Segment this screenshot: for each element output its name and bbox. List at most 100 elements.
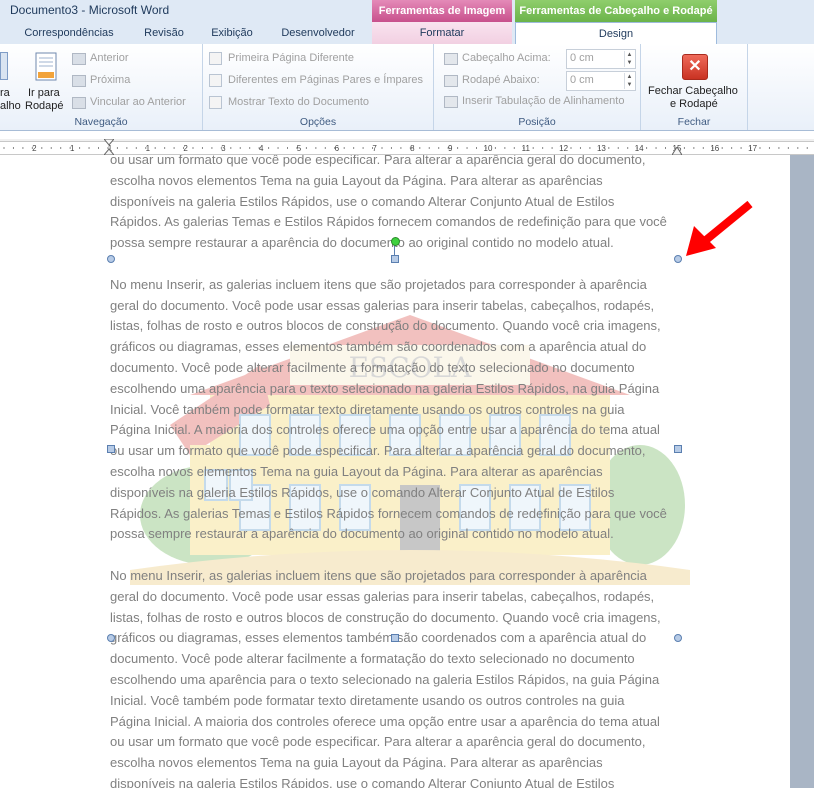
ruler-number: 14	[635, 144, 644, 153]
footer-bottom-label: Rodapé Abaixo:	[462, 74, 540, 86]
ruler-number: 2	[183, 144, 188, 153]
spinner-arrows-icon[interactable]: ▲ ▼	[624, 51, 634, 67]
resize-handle[interactable]	[674, 255, 682, 263]
document-line[interactable]: documento. Você pode alterar facilmente …	[110, 358, 680, 379]
group-navigation: ra alho Ir para Rodapé Anterior Próxima …	[0, 44, 203, 130]
goto-footer-icon	[35, 52, 57, 81]
tab-design[interactable]: Design	[515, 22, 717, 45]
header-top-label: Cabeçalho Acima:	[462, 52, 551, 64]
title-bar: Documento3 - Microsoft Word Ferramentas …	[0, 0, 814, 22]
group-navigation-label: Navegação	[74, 116, 128, 128]
document-line[interactable]: geral do documento. Você pode usar essas…	[110, 296, 680, 317]
ribbon: ra alho Ir para Rodapé Anterior Próxima …	[0, 44, 814, 131]
document-line[interactable]: No menu Inserir, as galerias incluem ite…	[110, 275, 680, 296]
first-page-checkbox[interactable]	[209, 52, 222, 65]
document-line[interactable]: ou usar um formato que você pode especif…	[110, 441, 680, 462]
insert-tab-label: Inserir Tabulação de Alinhamento	[462, 95, 625, 107]
tab-desenvolvedor[interactable]: Desenvolvedor	[272, 22, 364, 44]
close-header-footer-label-1: Fechar Cabeçalho	[648, 85, 738, 97]
header-top-value: 0 cm	[570, 52, 594, 64]
close-header-footer-button[interactable]: ✕ Fechar Cabeçalho e Rodapé	[643, 50, 745, 112]
ruler-number: 6	[335, 144, 340, 153]
horizontal-ruler[interactable]: 2111234567891011121314151617	[0, 139, 814, 155]
document-line[interactable]: Página Inicial. A maioria dos controles …	[110, 420, 680, 441]
document-line[interactable]: escolha novos elementos Tema na guia Lay…	[110, 171, 680, 192]
resize-handle[interactable]	[107, 445, 115, 453]
red-arrow-icon	[686, 200, 753, 256]
document-line[interactable]: No menu Inserir, as galerias incluem ite…	[110, 566, 680, 587]
document-line[interactable]: disponíveis na galeria Estilos Rápidos, …	[110, 483, 680, 504]
document-line[interactable]: escolhendo uma aparência para o texto se…	[110, 670, 680, 691]
goto-footer-label-2: Rodapé	[25, 100, 64, 112]
document-text[interactable]: ou usar um formato que você pode especif…	[0, 155, 790, 788]
ruler-number: 5	[297, 144, 302, 153]
document-line[interactable]: ou usar um formato que você pode especif…	[110, 732, 680, 753]
ruler-number: 10	[484, 144, 493, 153]
document-line[interactable]: gráficos ou diagramas, esses elementos t…	[110, 337, 680, 358]
goto-header-label-partial-1[interactable]: ra	[0, 87, 10, 99]
previous-button[interactable]: Anterior	[72, 51, 200, 67]
spinner-arrows-icon[interactable]: ▲ ▼	[624, 73, 634, 89]
document-line[interactable]: disponíveis na galeria Estilos Rápidos, …	[110, 774, 680, 788]
document-line[interactable]: ou usar um formato que você pode especif…	[110, 155, 680, 171]
context-image-tools-header: Ferramentas de Imagem	[372, 0, 512, 22]
next-label: Próxima	[90, 74, 131, 86]
insert-tab-icon	[444, 96, 458, 108]
ruler-number: 17	[748, 144, 757, 153]
resize-handle[interactable]	[107, 634, 115, 642]
goto-header-label-partial-2[interactable]: alho	[0, 100, 21, 112]
ruler-ticks: 2111234567891011121314151617	[3, 144, 808, 153]
insert-tab-button[interactable]: Inserir Tabulação de Alinhamento	[444, 94, 640, 110]
right-indent-marker[interactable]	[672, 147, 682, 155]
rotation-handle[interactable]	[391, 237, 400, 246]
previous-label: Anterior	[90, 52, 129, 64]
tab-exibicao[interactable]: Exibição	[200, 22, 264, 44]
ruler-number: 4	[259, 144, 264, 153]
document-line[interactable]: escolha novos elementos Tema na guia Lay…	[110, 462, 680, 483]
ruler-number: 12	[559, 144, 568, 153]
resize-handle[interactable]	[391, 634, 399, 642]
document-line[interactable]: listas, folhas de rosto e outros blocos …	[110, 608, 680, 629]
resize-handle[interactable]	[674, 634, 682, 642]
tab-formatar[interactable]: Formatar	[372, 22, 512, 44]
document-line[interactable]: disponíveis na galeria Estilos Rápidos, …	[110, 192, 680, 213]
header-top-spinner[interactable]: 0 cm ▲ ▼	[566, 49, 636, 69]
group-close: ✕ Fechar Cabeçalho e Rodapé Fechar	[641, 44, 748, 130]
next-button[interactable]: Próxima	[72, 73, 200, 89]
document-line[interactable]: Inicial. Você também pode formatar texto…	[110, 400, 680, 421]
document-line[interactable]: Inicial. Você também pode formatar texto…	[110, 691, 680, 712]
context-header-footer-tools-header: Ferramentas de Cabeçalho e Rodapé	[515, 0, 717, 22]
footer-bottom-spinner[interactable]: 0 cm ▲ ▼	[566, 71, 636, 91]
goto-header-icon[interactable]	[0, 52, 8, 80]
window-title: Documento3 - Microsoft Word	[10, 3, 170, 17]
goto-footer-button[interactable]: Ir para Rodapé	[24, 50, 70, 112]
tab-revisao[interactable]: Revisão	[134, 22, 194, 44]
left-indent-marker[interactable]	[104, 139, 114, 155]
document-line[interactable]: documento. Você pode alterar facilmente …	[110, 649, 680, 670]
document-line[interactable]: escolhendo uma aparência para o texto se…	[110, 379, 680, 400]
document-line[interactable]: listas, folhas de rosto e outros blocos …	[110, 316, 680, 337]
group-close-label: Fechar	[677, 116, 711, 128]
document-line[interactable]: Rápidos. As galerias Temas e Estilos Ráp…	[110, 504, 680, 525]
odd-even-checkbox[interactable]	[209, 74, 222, 87]
document-line[interactable]: Rápidos. As galerias Temas e Estilos Ráp…	[110, 212, 680, 233]
show-text-checkbox[interactable]	[209, 96, 222, 109]
next-icon	[72, 75, 86, 87]
vertical-scroll-area[interactable]	[790, 155, 814, 788]
document-line[interactable]: geral do documento. Você pode usar essas…	[110, 587, 680, 608]
tab-correspondencias[interactable]: Correspondências	[14, 22, 124, 44]
document-line[interactable]: Página Inicial. A maioria dos controles …	[110, 712, 680, 733]
document-line[interactable]: possa sempre restaurar a aparência do do…	[110, 524, 680, 545]
close-icon: ✕	[682, 54, 708, 80]
document-line[interactable]: escolha novos elementos Tema na guia Lay…	[110, 753, 680, 774]
ruler-number: 1	[70, 144, 75, 153]
ruler-number: 2	[32, 144, 37, 153]
resize-handle[interactable]	[674, 445, 682, 453]
ruler-number: 13	[597, 144, 606, 153]
group-position: Cabeçalho Acima: 0 cm ▲ ▼ Rodapé Abaixo: …	[434, 44, 641, 130]
link-previous-button[interactable]: Vincular ao Anterior	[72, 95, 200, 111]
document-page[interactable]: ESCOLA ou usar um formato que você pode …	[0, 155, 814, 788]
resize-handle[interactable]	[391, 255, 399, 263]
header-top-icon	[444, 53, 458, 65]
resize-handle[interactable]	[107, 255, 115, 263]
